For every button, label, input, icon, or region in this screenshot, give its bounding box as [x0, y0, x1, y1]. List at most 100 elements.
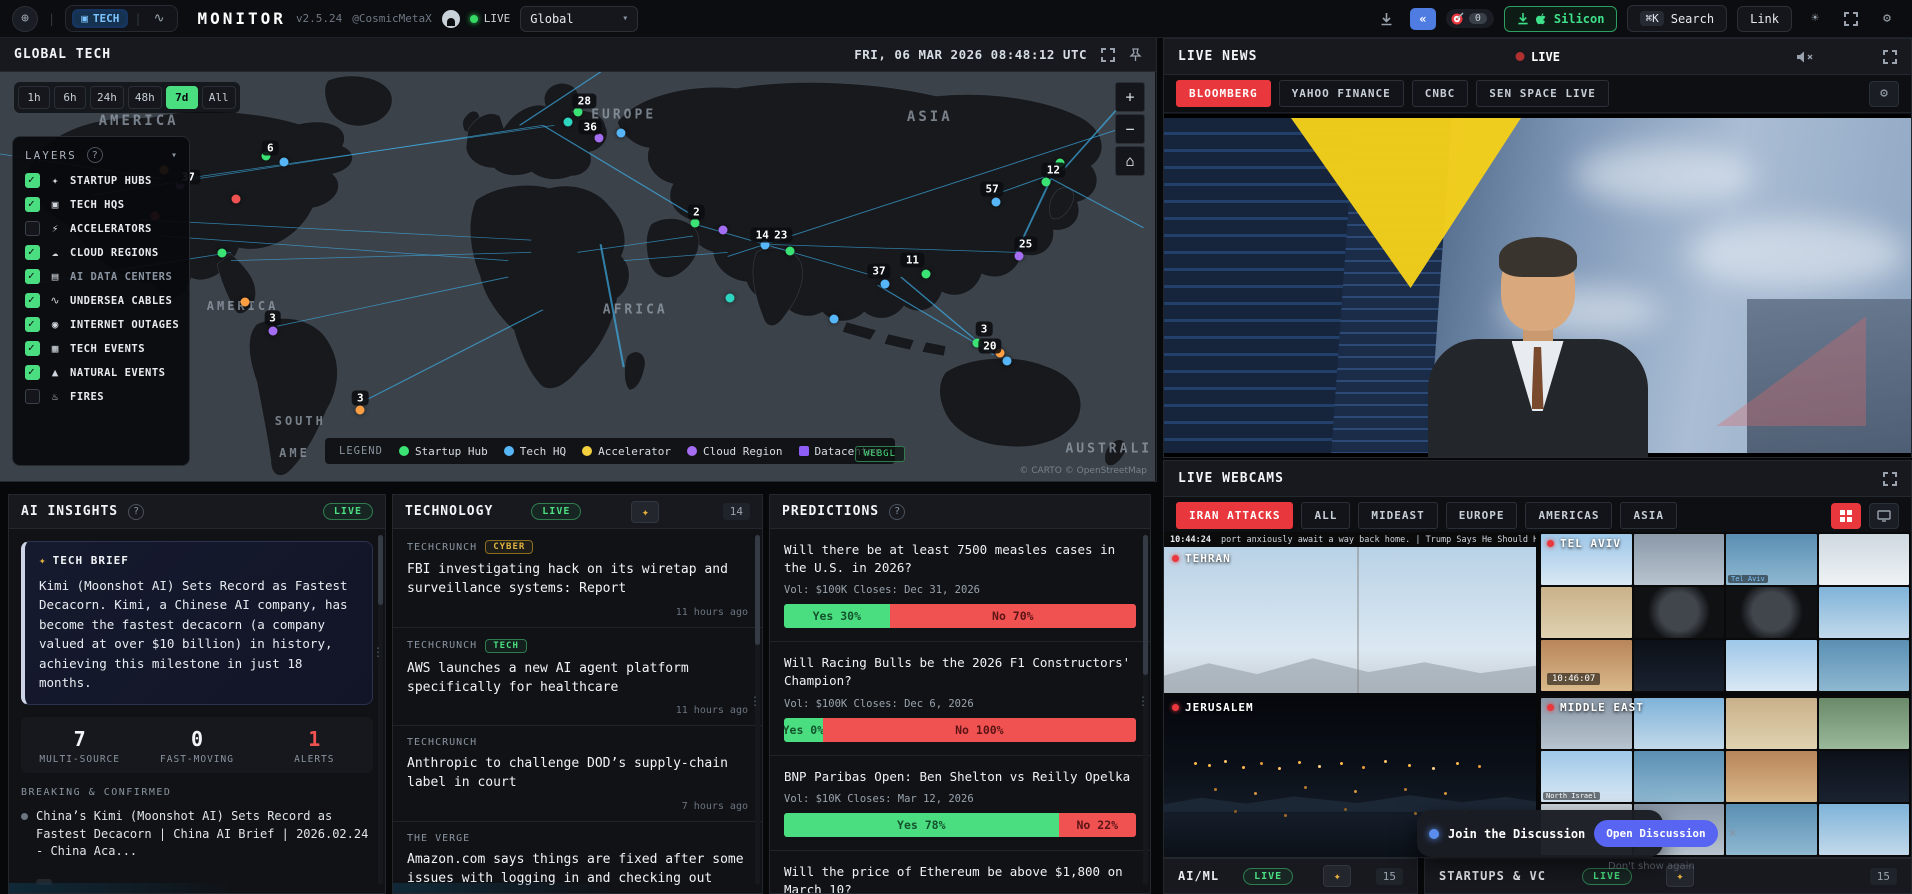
news-video-player[interactable] [1164, 114, 1911, 457]
map-marker-dot[interactable] [240, 298, 249, 307]
cluster-count-badge[interactable]: 23 [769, 228, 792, 243]
webcam-tel-aviv[interactable]: Tel Aviv TEL AVIV 10:46:07 [1539, 532, 1911, 693]
webcam-filter-tab[interactable]: IRAN ATTACKS [1176, 502, 1293, 529]
map-marker-dot[interactable] [1014, 251, 1023, 260]
layer-checkbox[interactable] [25, 173, 40, 188]
news-item[interactable]: TECHCRUNCH Anthropic to challenge DOD’s … [393, 726, 762, 822]
scrollbar[interactable] [1143, 535, 1148, 885]
news-item[interactable]: TECHCRUNCH CYBER FBI investigating hack … [393, 529, 762, 628]
app-handle[interactable]: @CosmicMetaX [352, 12, 431, 25]
news-source-tab[interactable]: YAHOO FINANCE [1279, 80, 1404, 107]
news-source-tab[interactable]: BLOOMBERG [1176, 80, 1271, 107]
cluster-count-badge[interactable]: 25 [1014, 237, 1037, 252]
dont-show-again-link[interactable]: Don't show again [1608, 861, 1695, 872]
help-icon[interactable]: ? [889, 504, 905, 520]
collapse-icon[interactable]: ▾ [171, 150, 177, 161]
cluster-count-badge[interactable]: 20 [978, 338, 1001, 353]
drag-handle-icon[interactable]: ⋮ [372, 645, 384, 659]
layer-checkbox[interactable] [25, 269, 40, 284]
ai-summarize-button[interactable]: ✦ [631, 501, 659, 523]
webcam-tehran[interactable]: 10:44:24 port anxiously await a way back… [1164, 532, 1536, 693]
map-marker-dot[interactable] [829, 314, 838, 323]
webcam-tile[interactable] [1726, 804, 1817, 855]
link-button[interactable]: Link [1737, 6, 1792, 32]
webcam-tile[interactable] [1726, 587, 1817, 638]
world-map[interactable]: AMERICAEUROPEASIAAFRICAAMERICASOUTHAMEAU… [0, 72, 1155, 482]
webcam-tile[interactable] [1634, 534, 1725, 585]
map-marker-dot[interactable] [719, 226, 728, 235]
webcam-tile[interactable] [1819, 804, 1910, 855]
layer-checkbox[interactable] [25, 341, 40, 356]
yes-bar[interactable]: Yes 78% [784, 813, 1059, 837]
no-bar[interactable]: No 70% [890, 604, 1136, 628]
webcam-tile[interactable] [1819, 534, 1910, 585]
prediction-item[interactable]: Will there be at least 7500 measles case… [770, 529, 1150, 642]
tech-brief-card[interactable]: ✦TECH BRIEF Kimi (Moonshot AI) Sets Reco… [21, 541, 373, 705]
webcam-tile[interactable] [1634, 587, 1725, 638]
webcam-tile[interactable] [1634, 640, 1725, 691]
time-filter-button[interactable]: 1h [18, 86, 50, 109]
layer-toggle-row[interactable]: ▲ NATURAL EVENTS [25, 365, 177, 380]
map-marker-dot[interactable] [1042, 177, 1051, 186]
drag-handle-icon[interactable]: ⋮ [749, 694, 761, 708]
download-button[interactable] [1374, 7, 1400, 31]
yes-bar[interactable]: Yes 0% [784, 718, 823, 742]
globe-icon[interactable]: ⊕ [12, 6, 38, 32]
map-marker-dot[interactable] [1003, 356, 1012, 365]
silicon-button[interactable]: Silicon [1504, 6, 1618, 32]
zoom-in-button[interactable]: + [1115, 82, 1145, 112]
cluster-count-badge[interactable]: 3 [264, 311, 281, 326]
layer-toggle-row[interactable]: ⚡ ACCELERATORS [25, 221, 177, 236]
cluster-count-badge[interactable]: 3 [976, 322, 993, 337]
layer-toggle-row[interactable]: ▦ TECH EVENTS [25, 341, 177, 356]
map-marker-dot[interactable] [280, 158, 289, 167]
cluster-count-badge[interactable]: 37 [867, 263, 890, 278]
no-bar[interactable]: No 22% [1059, 813, 1136, 837]
drag-handle-icon[interactable]: ⋮ [1137, 694, 1149, 708]
open-discussion-button[interactable]: Open Discussion [1594, 820, 1717, 847]
webcam-tile[interactable] [1634, 751, 1725, 802]
expand-news-icon[interactable] [1883, 50, 1897, 64]
webcam-tile[interactable] [1819, 587, 1910, 638]
webcam-tile[interactable] [1819, 751, 1910, 802]
webcam-tile[interactable] [1819, 698, 1910, 749]
no-bar[interactable]: No 100% [823, 718, 1136, 742]
webcam-filter-tab[interactable]: AMERICAS [1525, 502, 1612, 529]
scrollbar-thumb[interactable] [1143, 535, 1148, 675]
map-attribution[interactable]: © CARTO © OpenStreetMap [1019, 466, 1147, 476]
chart-mode-button[interactable]: ∿ [148, 9, 171, 28]
map-marker-dot[interactable] [231, 195, 240, 204]
grid-view-button[interactable] [1831, 503, 1861, 529]
ai-ml-panel-header[interactable]: AI/ML LIVE ✦ 15 [1163, 858, 1418, 894]
cluster-count-badge[interactable]: 57 [981, 181, 1004, 196]
ai-summarize-button[interactable]: ✦ [1323, 865, 1351, 887]
scrollbar[interactable] [378, 535, 383, 885]
cluster-count-badge[interactable]: 3 [352, 390, 369, 405]
prediction-item[interactable]: Will Racing Bulls be the 2026 F1 Constru… [770, 642, 1150, 755]
news-source-tab[interactable]: CNBC [1412, 80, 1469, 107]
cluster-count-badge[interactable]: 6 [262, 140, 279, 155]
layer-checkbox[interactable] [25, 221, 40, 236]
yes-bar[interactable]: Yes 30% [784, 604, 890, 628]
webcam-tile[interactable] [1634, 698, 1725, 749]
map-marker-dot[interactable] [880, 279, 889, 288]
cluster-count-badge[interactable]: 2 [688, 204, 705, 219]
cluster-count-badge[interactable]: 11 [901, 253, 924, 268]
map-marker-dot[interactable] [991, 198, 1000, 207]
search-button[interactable]: ⌘K Search [1627, 5, 1727, 32]
prediction-item[interactable]: BNP Paribas Open: Ben Shelton vs Reilly … [770, 756, 1150, 851]
zoom-out-button[interactable]: − [1115, 114, 1145, 144]
time-filter-button[interactable]: 6h [54, 86, 86, 109]
webcam-tile[interactable] [1541, 587, 1632, 638]
map-marker-dot[interactable] [595, 134, 604, 143]
map-marker-dot[interactable] [268, 327, 277, 336]
map-marker-dot[interactable] [573, 108, 582, 117]
layers-header[interactable]: LAYERS ? ▾ [25, 147, 177, 163]
layer-checkbox[interactable] [25, 317, 40, 332]
alerts-button[interactable]: 0 [1446, 9, 1494, 28]
single-view-button[interactable] [1869, 503, 1899, 529]
close-icon[interactable]: × [1729, 826, 1737, 841]
map-marker-dot[interactable] [356, 405, 365, 414]
webcam-tile[interactable] [1726, 640, 1817, 691]
map-marker-dot[interactable] [786, 246, 795, 255]
